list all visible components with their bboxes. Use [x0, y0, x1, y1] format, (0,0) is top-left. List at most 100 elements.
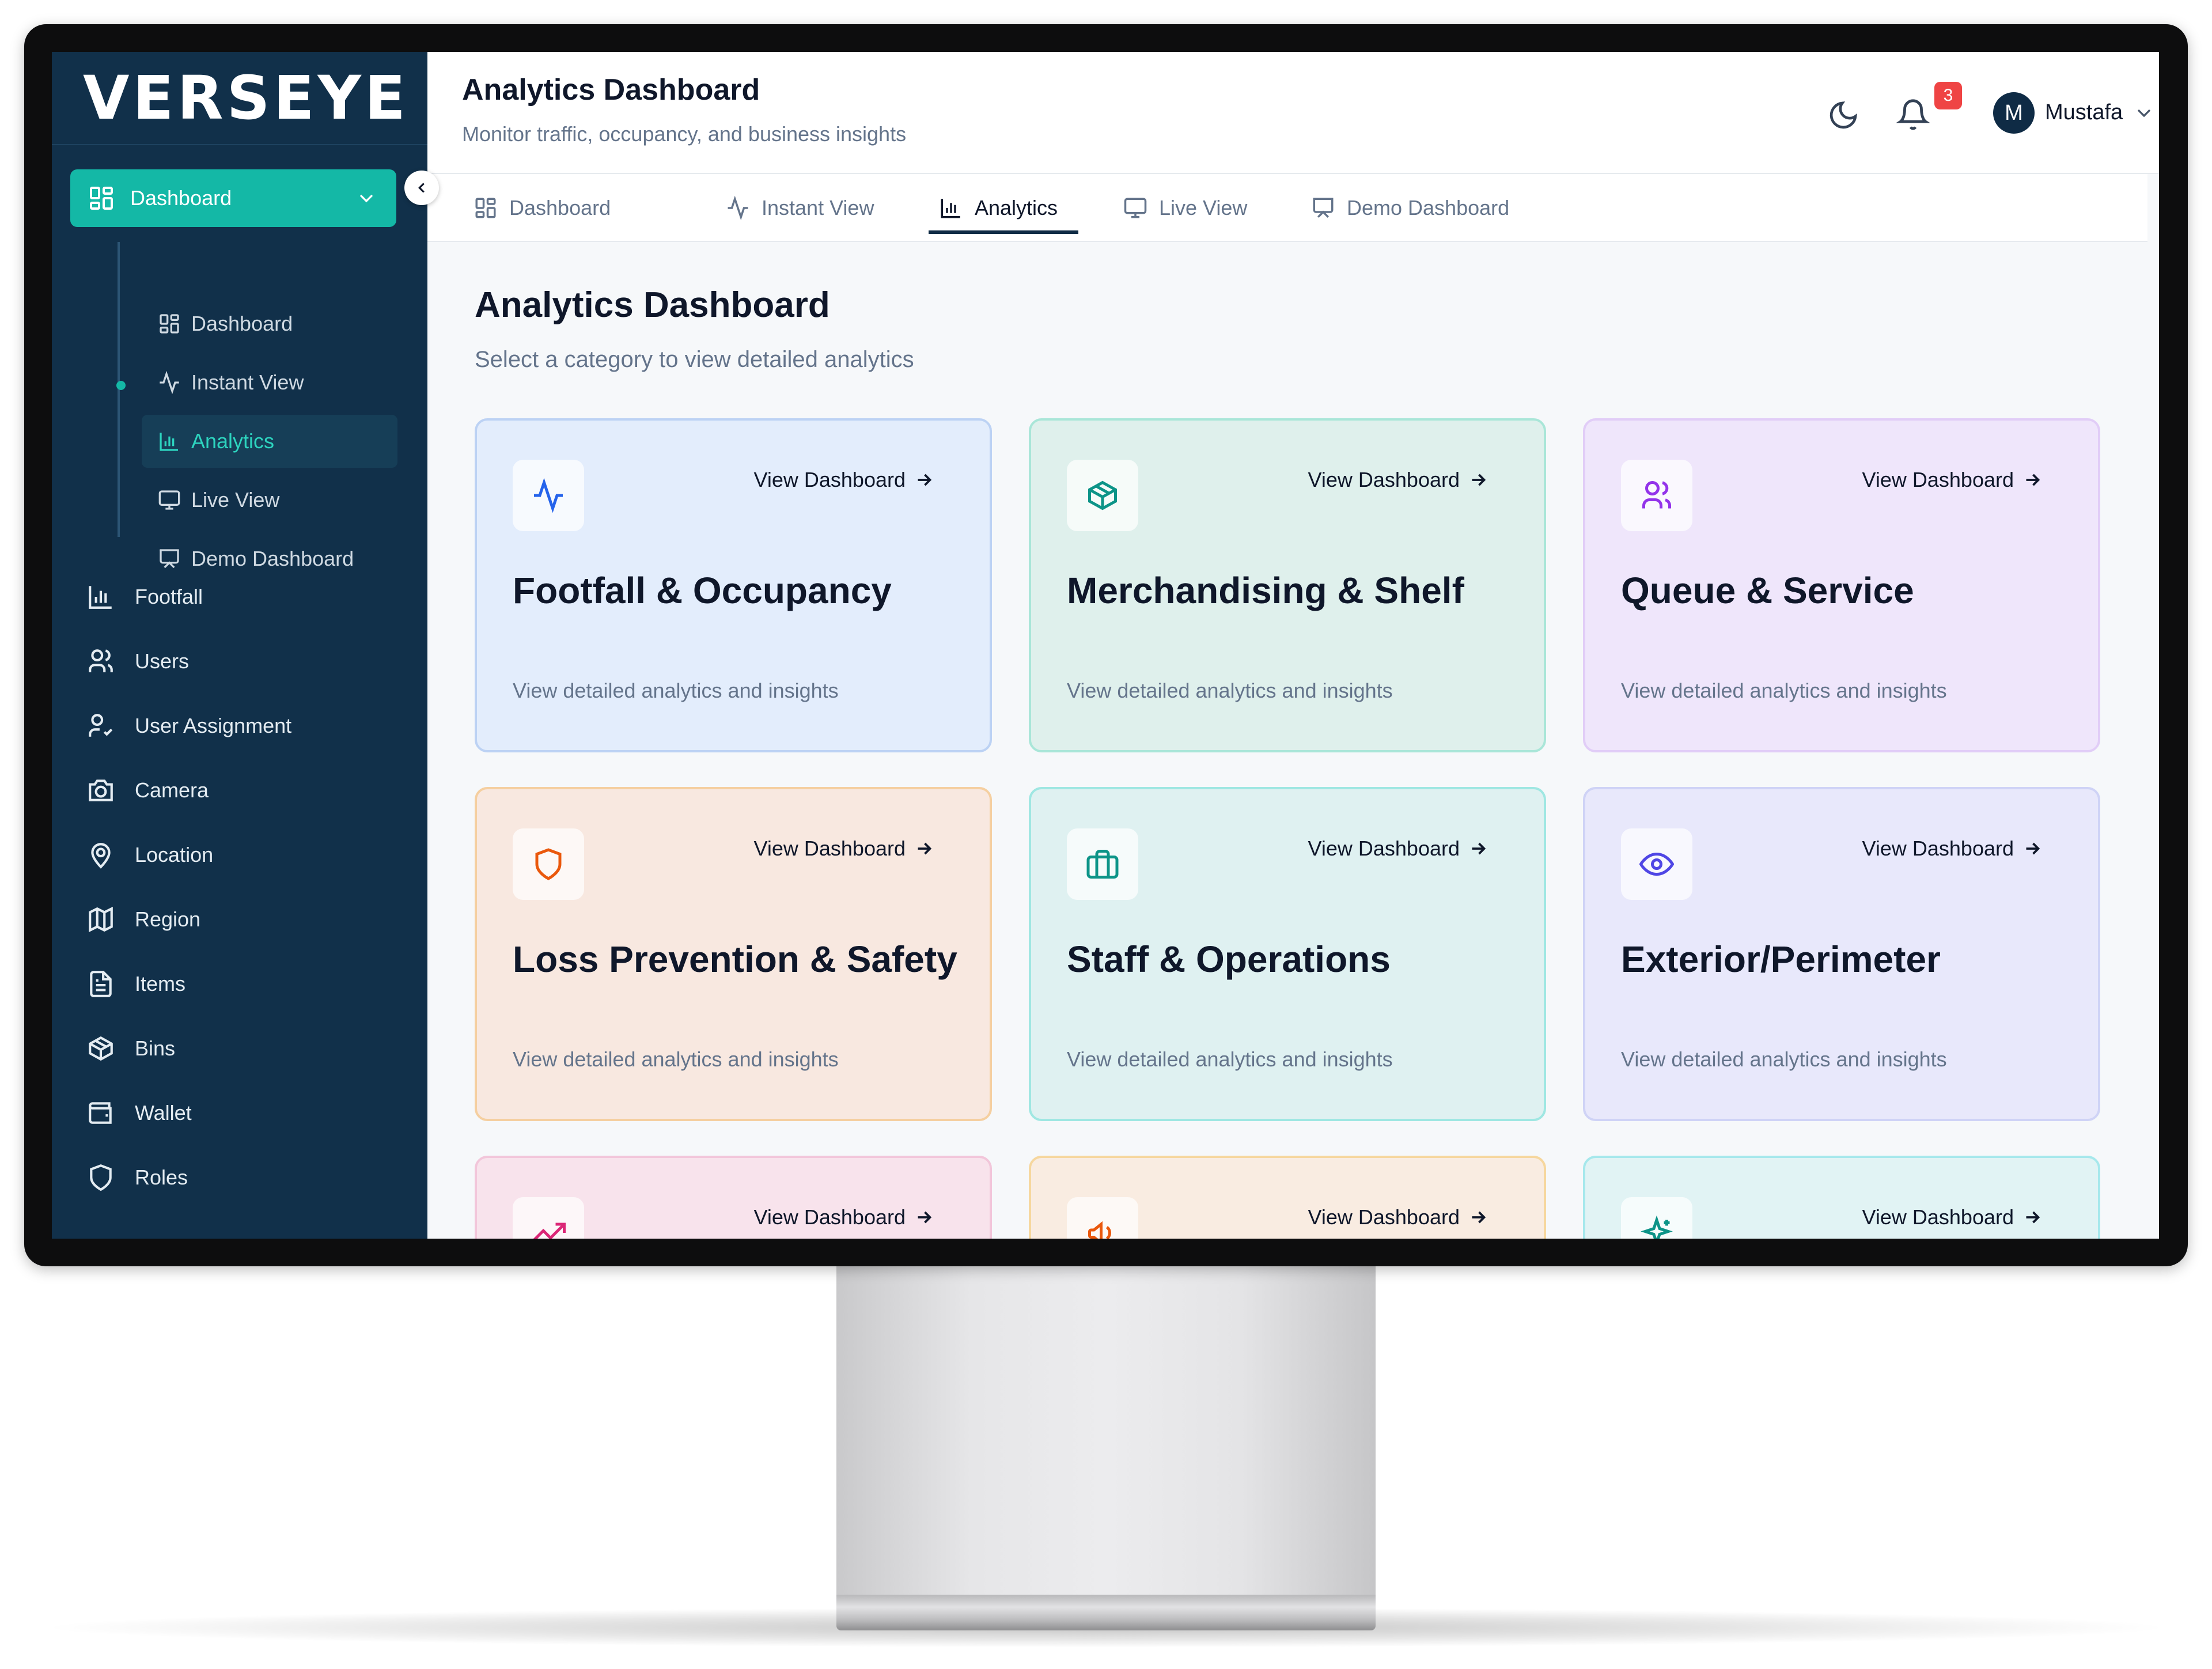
section-title: Analytics Dashboard — [475, 285, 830, 325]
tab-demo-dashboard[interactable]: Demo Dashboard — [1311, 174, 1509, 242]
sidebar-item-camera[interactable]: Camera — [86, 767, 409, 813]
sidebar-subitem-label: Analytics — [191, 429, 275, 453]
category-card-queue[interactable]: View Dashboard Queue & Service View deta… — [1583, 418, 2100, 752]
map-pin-icon — [91, 843, 111, 869]
grid-icon — [90, 187, 113, 210]
arrow-right-icon — [2026, 474, 2040, 486]
file-text-icon — [90, 971, 112, 997]
grid-icon — [160, 314, 179, 334]
tab-dashboard[interactable]: Dashboard — [474, 174, 611, 242]
view-dashboard-label: View Dashboard — [1862, 1205, 2014, 1229]
view-dashboard-label: View Dashboard — [753, 468, 906, 491]
card-description: View detailed analytics and insights — [1067, 679, 1393, 702]
avatar[interactable]: M — [1993, 92, 2035, 134]
tab-live-view[interactable]: Live View — [1123, 174, 1247, 242]
tab-label: Dashboard — [509, 196, 611, 219]
sidebar-item-location[interactable]: Location — [86, 832, 409, 878]
view-dashboard-link[interactable]: View Dashboard — [1862, 1205, 2043, 1229]
user-check-icon — [89, 714, 113, 737]
sidebar-item-label: Location — [135, 843, 214, 866]
card-icon-box — [513, 828, 584, 900]
category-card-7[interactable]: View Dashboard — [475, 1156, 992, 1239]
sparkles-icon — [1641, 1216, 1673, 1239]
tab-label: Demo Dashboard — [1347, 196, 1510, 219]
bell-icon[interactable] — [1896, 98, 1930, 131]
monitor-icon — [158, 490, 180, 510]
sidebar-item-users[interactable]: Users — [86, 638, 409, 684]
monitor-stand-base — [836, 1595, 1376, 1630]
chevron-down-icon — [359, 194, 373, 203]
sidebar-item-bins[interactable]: Bins — [86, 1025, 409, 1072]
category-card-exterior[interactable]: View Dashboard Exterior/Perimeter View d… — [1583, 787, 2100, 1121]
camera-icon — [89, 779, 113, 801]
card-icon-box — [1067, 828, 1138, 900]
category-card-9[interactable]: View Dashboard — [1583, 1156, 2100, 1239]
category-card-merchandising[interactable]: View Dashboard Merchandising & Shelf Vie… — [1029, 418, 1546, 752]
sidebar-item-label: Items — [135, 972, 186, 996]
category-card-staff[interactable]: View Dashboard Staff & Operations View d… — [1029, 787, 1546, 1121]
card-title: Staff & Operations — [1067, 938, 1391, 980]
sidebar-subitem-live-view[interactable]: Live View — [142, 474, 397, 527]
card-icon-box — [1067, 460, 1138, 531]
section-subtitle: Select a category to view detailed analy… — [475, 347, 914, 372]
category-card-8[interactable]: View Dashboard — [1029, 1156, 1546, 1239]
arrow-right-icon — [918, 474, 932, 486]
monitor-stand — [836, 1266, 1376, 1596]
card-description: View detailed analytics and insights — [1621, 679, 1947, 702]
view-dashboard-label: View Dashboard — [1308, 837, 1460, 860]
sidebar-subitem-analytics[interactable]: Analytics — [142, 415, 397, 468]
sidebar-item-label: Bins — [135, 1036, 176, 1060]
user-name[interactable]: Mustafa — [2045, 100, 2123, 125]
sidebar-dashboard-group[interactable]: Dashboard — [70, 169, 396, 227]
sidebar-subitem-dashboard[interactable]: Dashboard — [142, 297, 397, 350]
top-header: Analytics Dashboard Monitor traffic, occ… — [427, 52, 2159, 174]
box-icon — [1088, 480, 1117, 510]
view-dashboard-link[interactable]: View Dashboard — [1862, 468, 2043, 492]
view-dashboard-link[interactable]: View Dashboard — [754, 1205, 935, 1229]
card-title: Exterior/Perimeter — [1621, 938, 1941, 980]
sidebar-subitem-instant-view[interactable]: Instant View — [142, 356, 397, 409]
sidebar-item-label: Region — [135, 907, 201, 931]
view-dashboard-link[interactable]: View Dashboard — [754, 468, 935, 492]
sidebar-item-label: Users — [135, 649, 190, 673]
card-title: Merchandising & Shelf — [1067, 570, 1464, 611]
arrow-right-icon — [2026, 1211, 2040, 1224]
grid-icon — [475, 198, 496, 218]
page-subtitle: Monitor traffic, occupancy, and business… — [462, 122, 907, 146]
sidebar-item-footfall[interactable]: Footfall — [86, 574, 409, 620]
users-icon — [1642, 481, 1672, 509]
sidebar-item-region[interactable]: Region — [86, 896, 409, 943]
sidebar-item-wallet[interactable]: Wallet — [86, 1090, 409, 1136]
sidebar-item-roles[interactable]: Roles — [86, 1155, 409, 1201]
sidebar-subitem-label: Demo Dashboard — [191, 547, 354, 570]
arrow-right-icon — [1472, 474, 1486, 486]
card-icon-box — [513, 460, 584, 531]
card-description: View detailed analytics and insights — [513, 1047, 839, 1071]
category-card-footfall[interactable]: View Dashboard Footfall & Occupancy View… — [475, 418, 992, 752]
view-dashboard-link[interactable]: View Dashboard — [1308, 468, 1489, 492]
bar-chart-icon — [941, 199, 960, 218]
sidebar-item-label: Footfall — [135, 585, 203, 608]
tab-label: Analytics — [975, 196, 1058, 219]
category-card-loss-prevention[interactable]: View Dashboard Loss Prevention & Safety … — [475, 787, 992, 1121]
submenu-active-dot — [116, 381, 126, 390]
arrow-right-icon — [918, 842, 932, 855]
moon-icon[interactable] — [1827, 99, 1859, 131]
tab-instant-view[interactable]: Instant View — [726, 174, 874, 242]
sidebar-collapse-button[interactable] — [404, 171, 439, 205]
sidebar-item-items[interactable]: Items — [86, 961, 409, 1007]
view-dashboard-link[interactable]: View Dashboard — [754, 837, 935, 861]
view-dashboard-link[interactable]: View Dashboard — [1308, 837, 1489, 861]
view-dashboard-link[interactable]: View Dashboard — [1862, 837, 2043, 861]
eye-icon — [1639, 852, 1674, 876]
shield-icon — [535, 848, 562, 880]
brand-logo[interactable]: VERSEYE — [52, 52, 427, 145]
sidebar-item-label: Wallet — [135, 1101, 192, 1125]
tab-label: Instant View — [762, 196, 874, 219]
shield-icon — [90, 1164, 112, 1191]
sidebar-subitem-label: Dashboard — [191, 312, 293, 335]
view-dashboard-link[interactable]: View Dashboard — [1308, 1205, 1489, 1229]
megaphone-icon — [1088, 1221, 1111, 1239]
chevron-down-icon[interactable] — [2133, 101, 2156, 124]
sidebar-item-user-assignment[interactable]: User Assignment — [86, 703, 409, 749]
